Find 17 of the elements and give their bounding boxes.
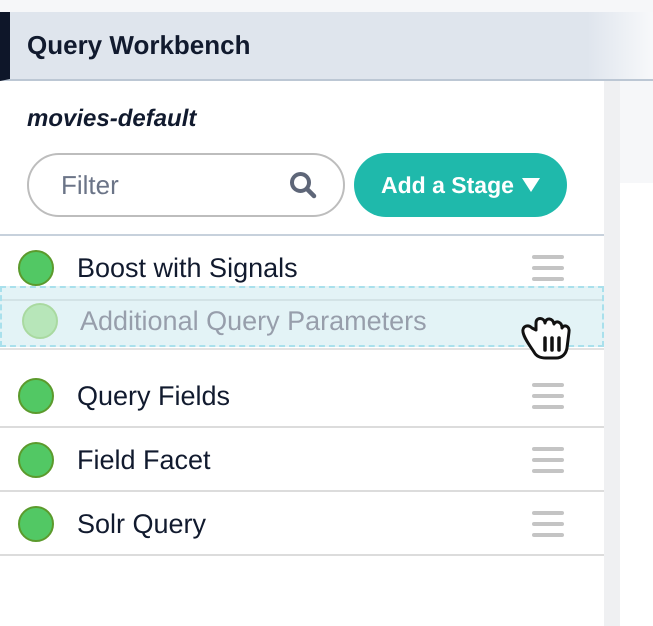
- caret-down-icon: [522, 178, 540, 192]
- panel-title: Query Workbench: [27, 29, 250, 62]
- stage-name: Query Fields: [77, 380, 232, 413]
- search-icon[interactable]: [289, 171, 317, 199]
- stage-name: Solr Query: [77, 508, 208, 541]
- filter-field[interactable]: Filter: [27, 153, 345, 217]
- stage-name: Boost with Signals: [77, 252, 299, 285]
- stage-name: Additional Query Parameters: [80, 304, 427, 338]
- stage-row[interactable]: Query Fields: [0, 364, 604, 428]
- drag-handle-icon[interactable]: [532, 383, 564, 409]
- stage-name: Field Facet: [77, 444, 212, 477]
- drag-handle-icon[interactable]: [532, 447, 564, 473]
- drag-handle-icon[interactable]: [532, 255, 564, 281]
- drag-handle-icon[interactable]: [532, 511, 564, 537]
- stage-row[interactable]: Field Facet: [0, 428, 604, 492]
- stage-row[interactable]: Solr Query: [0, 492, 604, 556]
- pipeline-name: movies-default: [27, 104, 196, 134]
